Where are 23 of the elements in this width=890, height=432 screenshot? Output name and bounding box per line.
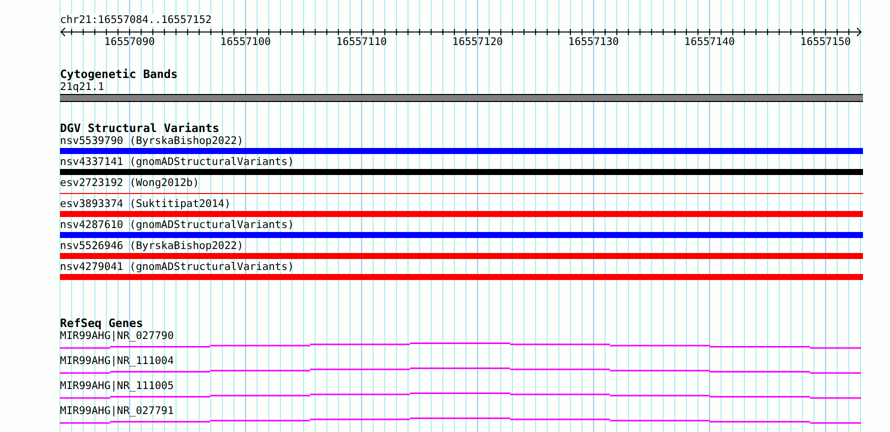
gene-label: MIR99AHG|NR_111005 [60,380,174,392]
gene-label: MIR99AHG|NR_027791 [60,405,174,417]
variant-label: nsv4287610 (gnomADStructuralVariants) [60,219,294,231]
track-title: DGV Structural Variants [60,122,220,134]
ruler-label: 16557090 [104,36,155,47]
ruler-label: 16557120 [452,36,503,47]
gene-label: MIR99AHG|NR_111004 [60,355,174,367]
variant-label: nsv4337141 (gnomADStructuralVariants) [60,156,294,168]
track-title: Cytogenetic Bands [60,68,178,80]
locus-label: chr21:16557084..16557152 [60,14,212,26]
variant-label: nsv5526946 (ByrskaBishop2022) [60,240,244,252]
band-label: 21q21.1 [60,81,104,93]
variant-label: nsv4279041 (gnomADStructuralVariants) [60,261,294,273]
variant-label: esv3893374 (Suktitipat2014) [60,198,231,210]
gene-label: MIR99AHG|NR_027790 [60,330,174,342]
ruler-label: 16557150 [800,36,851,47]
ruler-label: 16557130 [568,36,619,47]
ruler-label: 16557140 [684,36,735,47]
ruler-label: 16557100 [220,36,271,47]
ruler-label: 16557110 [336,36,387,47]
variant-label: esv2723192 (Wong2012b) [60,177,200,189]
track-title: RefSeq Genes [60,317,144,329]
variant-label: nsv5539790 (ByrskaBishop2022) [60,135,244,147]
